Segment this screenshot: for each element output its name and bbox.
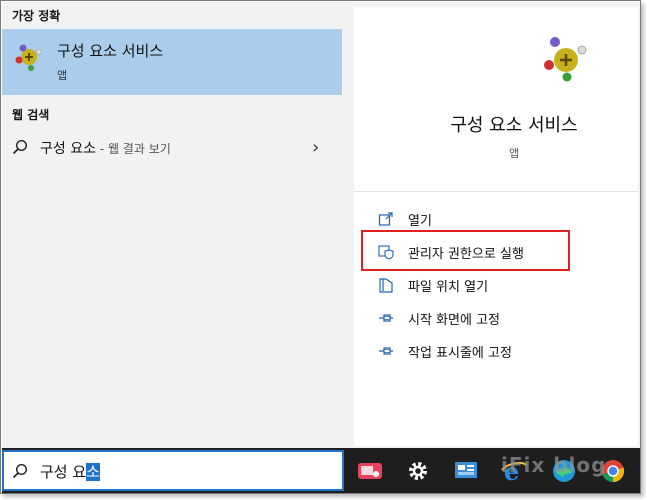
best-match-title: 구성 요소 서비스 — [57, 42, 164, 60]
action-pin-to-start[interactable]: 시작 화면에 고정 — [378, 306, 618, 330]
callout-box — [361, 230, 570, 271]
action-open-file-location-label: 파일 위치 열기 — [408, 280, 489, 295]
best-match-subtitle: 앱 — [57, 69, 68, 82]
component-services-large-icon — [544, 37, 587, 82]
app-preview-panel: 구성 요소 서비스 앱 — [354, 7, 638, 191]
best-match-header: 가장 정확 — [12, 9, 61, 23]
open-icon — [378, 212, 393, 226]
results-panel: 가장 정확 구성 요소 서비스 앱 웹 검색 구성 요소 - 웹 결과 보기 › — [2, 2, 344, 448]
web-search-query: 구성 요소 — [40, 141, 96, 157]
component-services-icon — [15, 44, 42, 71]
action-pin-to-taskbar-label: 작업 표시줄에 고정 — [408, 346, 512, 361]
control-panel-icon[interactable] — [452, 457, 480, 485]
web-search-result[interactable]: 구성 요소 - 웹 결과 보기 › — [2, 130, 342, 164]
web-search-header: 웹 검색 — [12, 108, 50, 122]
web-search-text: 구성 요소 - 웹 결과 보기 — [40, 138, 171, 158]
action-pin-to-start-label: 시작 화면에 고정 — [408, 313, 500, 328]
action-pin-to-taskbar[interactable]: 작업 표시줄에 고정 — [378, 339, 618, 363]
gear-icon[interactable] — [404, 457, 432, 485]
search-icon — [12, 139, 28, 155]
app-taskbar-icon[interactable] — [356, 457, 384, 485]
chevron-right-icon[interactable]: › — [312, 137, 319, 158]
search-text: 구성 요소 — [40, 461, 100, 482]
search-icon — [12, 463, 28, 479]
action-open[interactable]: 열기 — [378, 207, 618, 231]
file-location-icon — [379, 278, 393, 293]
best-match-item[interactable]: 구성 요소 서비스 앱 — [2, 29, 342, 95]
app-preview-subtitle: 앱 — [508, 147, 520, 160]
action-open-label: 열기 — [408, 214, 432, 229]
search-input[interactable]: 구성 요소 — [2, 450, 344, 491]
search-selection: 소 — [86, 463, 100, 481]
watermark: iFix blog — [501, 453, 607, 477]
start-menu-search-window: 가장 정확 구성 요소 서비스 앱 웹 검색 구성 요소 - 웹 결과 보기 ›… — [0, 0, 641, 494]
action-open-file-location[interactable]: 파일 위치 열기 — [378, 273, 618, 297]
pin-icon — [379, 314, 393, 322]
web-search-suffix: - 웹 결과 보기 — [95, 142, 171, 156]
pin-icon — [379, 347, 393, 355]
app-preview-title: 구성 요소 서비스 — [450, 115, 578, 136]
search-typed: 구성 요 — [40, 463, 87, 481]
